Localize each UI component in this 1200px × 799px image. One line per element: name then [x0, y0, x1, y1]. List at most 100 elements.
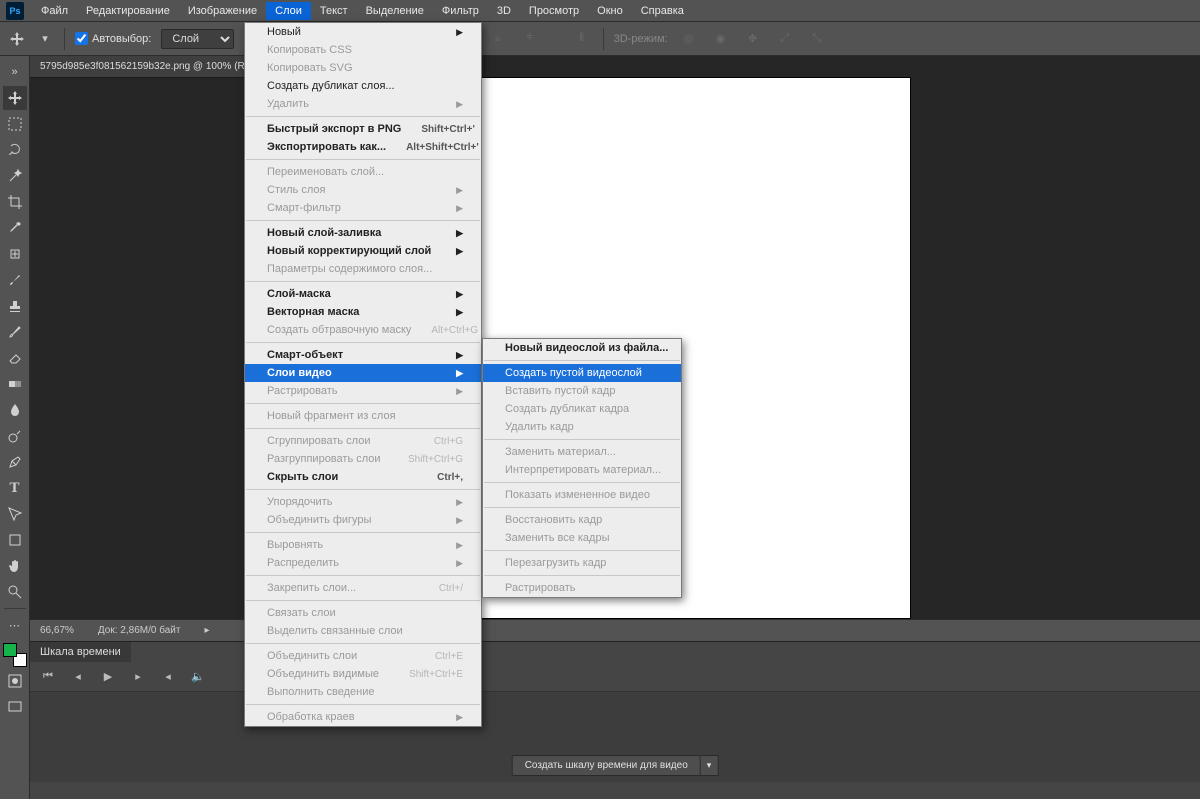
next-frame-icon[interactable]: ▸ — [128, 667, 148, 687]
3d-scale-icon[interactable]: ⤡ — [806, 28, 828, 50]
gradient-tool[interactable] — [3, 372, 27, 396]
menu-item-label: Параметры содержимого слоя... — [267, 263, 432, 275]
menu-item: Смарт-фильтр▶ — [245, 199, 481, 217]
menu-фильтр[interactable]: Фильтр — [433, 2, 488, 20]
menu-item[interactable]: Создать дубликат слоя... — [245, 77, 481, 95]
menu-item[interactable]: Создать пустой видеослой — [483, 364, 681, 382]
screen-mode-icon[interactable] — [3, 695, 27, 719]
separator — [246, 159, 480, 160]
eyedropper-tool[interactable] — [3, 216, 27, 240]
chevron-down-icon[interactable]: ▾ — [36, 30, 54, 48]
play-icon[interactable]: ▶ — [98, 667, 118, 687]
menu-окно[interactable]: Окно — [588, 2, 632, 20]
lasso-tool[interactable] — [3, 138, 27, 162]
quick-mask-icon[interactable] — [3, 669, 27, 693]
3d-roll-icon[interactable]: ◉ — [710, 28, 732, 50]
edit-toolbar-icon[interactable]: ⋯ — [3, 613, 27, 637]
history-brush-tool[interactable] — [3, 320, 27, 344]
zoom-tool[interactable] — [3, 580, 27, 604]
menu-item[interactable]: Быстрый экспорт в PNGShift+Ctrl+' — [245, 120, 481, 138]
foreground-color-swatch[interactable] — [3, 643, 17, 657]
go-end-icon[interactable]: ◂ — [158, 667, 178, 687]
submenu-arrow-icon: ▶ — [456, 289, 463, 300]
menu-изображение[interactable]: Изображение — [179, 2, 266, 20]
zoom-level[interactable]: 66,67% — [40, 625, 74, 636]
3d-orbit-icon[interactable]: ◎ — [678, 28, 700, 50]
timeline-tab[interactable]: Шкала времени — [30, 642, 131, 662]
prev-frame-icon[interactable]: ◂ — [68, 667, 88, 687]
menu-item-label: Создать обтравочную маску — [267, 324, 411, 336]
separator — [484, 507, 680, 508]
shape-tool[interactable] — [3, 528, 27, 552]
document-tab[interactable]: 5795d985e3f081562159b32e.png @ 100% (R..… — [30, 56, 263, 78]
eraser-tool[interactable] — [3, 346, 27, 370]
menu-3d[interactable]: 3D — [488, 2, 520, 20]
menu-выделение[interactable]: Выделение — [357, 2, 433, 20]
app-logo: Ps — [6, 2, 24, 20]
crop-tool[interactable] — [3, 190, 27, 214]
menu-item[interactable]: Новый корректирующий слой ▶ — [245, 242, 481, 260]
auto-select-label: Автовыбор: — [92, 33, 151, 45]
hand-tool[interactable] — [3, 554, 27, 578]
menu-редактирование[interactable]: Редактирование — [77, 2, 179, 20]
menu-текст[interactable]: Текст — [311, 2, 357, 20]
menu-item-label: Новый корректирующий слой — [267, 245, 431, 257]
move-tool[interactable] — [3, 86, 27, 110]
brush-tool[interactable] — [3, 268, 27, 292]
menu-item-label: Разгруппировать слои — [267, 453, 381, 465]
auto-select-dropdown[interactable]: Слой — [161, 29, 234, 49]
type-tool[interactable]: T — [3, 476, 27, 500]
path-tool[interactable] — [3, 502, 27, 526]
menu-item[interactable]: Новый видеослой из файла... — [483, 339, 681, 357]
menu-справка[interactable]: Справка — [632, 2, 693, 20]
menu-item-label: Выделить связанные слои — [267, 625, 403, 637]
menu-item[interactable]: Векторная маска▶ — [245, 303, 481, 321]
doc-size-info[interactable]: Док: 2,86M/0 байт — [98, 625, 181, 636]
auto-select-checkbox[interactable]: Автовыбор: — [75, 32, 151, 45]
pen-tool[interactable] — [3, 450, 27, 474]
menu-item[interactable]: Скрыть слоиCtrl+, — [245, 468, 481, 486]
collapse-icon[interactable]: » — [3, 60, 27, 84]
timeline-panel: Шкала времени ⏮ ◂ ▶ ▸ ◂ 🔈 ✂ ▭ Создать шк… — [30, 641, 1200, 799]
wand-tool[interactable] — [3, 164, 27, 188]
submenu-arrow-icon: ▶ — [456, 27, 463, 38]
menu-item[interactable]: Экспортировать как...Alt+Shift+Ctrl+' — [245, 138, 481, 156]
menu-item: Новый фрагмент из слоя — [245, 407, 481, 425]
menu-item: Выделить связанные слои — [245, 622, 481, 640]
dodge-tool[interactable] — [3, 424, 27, 448]
menu-shortcut: Ctrl+, — [437, 472, 463, 483]
menu-item[interactable]: Новый ▶ — [245, 23, 481, 41]
menu-просмотр[interactable]: Просмотр — [520, 2, 588, 20]
submenu-arrow-icon: ▶ — [456, 368, 463, 379]
menu-слои[interactable]: Слои — [266, 2, 311, 20]
create-video-timeline-button[interactable]: Создать шкалу времени для видео — [512, 755, 701, 776]
mode-3d-label: 3D-режим: — [614, 33, 668, 45]
menu-item[interactable]: Слои видео▶ — [245, 364, 481, 382]
3d-slide-icon[interactable]: ⤢ — [774, 28, 796, 50]
submenu-arrow-icon: ▶ — [456, 246, 463, 257]
menu-shortcut: Shift+Ctrl+E — [409, 669, 463, 680]
status-arrow-icon[interactable]: ▸ — [204, 625, 209, 636]
submenu-arrow-icon: ▶ — [456, 99, 463, 110]
menu-item[interactable]: Новый слой-заливка▶ — [245, 224, 481, 242]
marquee-tool[interactable] — [3, 112, 27, 136]
menu-item[interactable]: Слой-маска▶ — [245, 285, 481, 303]
align-center-v-icon[interactable]: ⫨ — [487, 28, 509, 50]
align-bottom-icon[interactable]: ⫩ — [519, 28, 541, 50]
menu-item: Объединить видимыеShift+Ctrl+E — [245, 665, 481, 683]
create-timeline-dropdown[interactable]: ▾ — [701, 755, 719, 776]
menu-item[interactable]: Смарт-объект▶ — [245, 346, 481, 364]
blur-tool[interactable] — [3, 398, 27, 422]
submenu-arrow-icon: ▶ — [456, 228, 463, 239]
go-start-icon[interactable]: ⏮ — [38, 667, 58, 687]
menu-item-label: Новый — [267, 26, 301, 38]
distribute-icon[interactable]: ⫴ — [571, 28, 593, 50]
3d-pan-icon[interactable]: ✥ — [742, 28, 764, 50]
color-swatches[interactable] — [3, 643, 27, 667]
heal-tool[interactable] — [3, 242, 27, 266]
separator — [484, 360, 680, 361]
audio-icon[interactable]: 🔈 — [188, 667, 208, 687]
stamp-tool[interactable] — [3, 294, 27, 318]
timeline-track-area: Создать шкалу времени для видео ▾ — [30, 692, 1200, 782]
menu-файл[interactable]: Файл — [32, 2, 77, 20]
